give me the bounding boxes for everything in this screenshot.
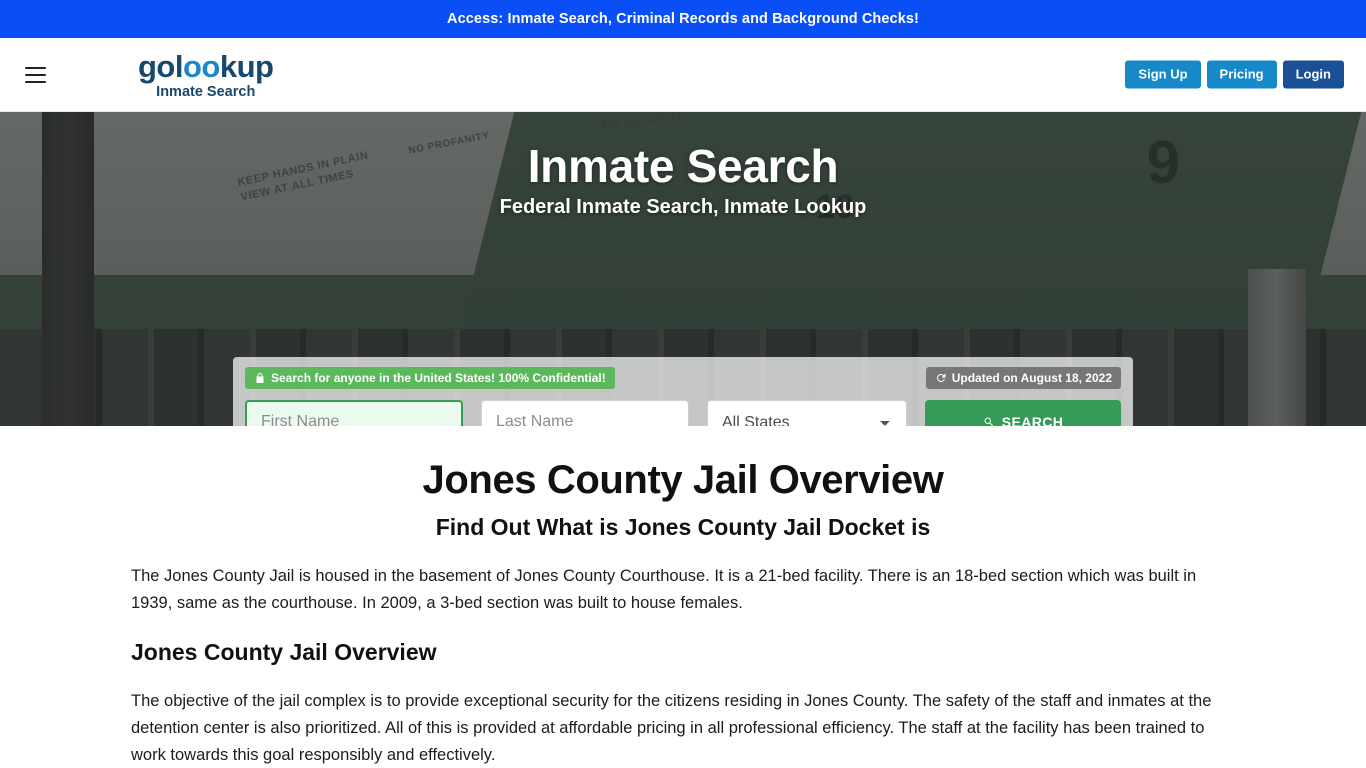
hero-title: Inmate Search xyxy=(527,140,839,192)
brand-tagline: Inmate Search xyxy=(156,83,256,100)
sign-up-button[interactable]: Sign Up xyxy=(1125,60,1201,89)
brand-part-oo: oo xyxy=(183,48,220,84)
state-select[interactable]: All States xyxy=(707,400,908,426)
hamburger-bar xyxy=(25,73,46,76)
search-button[interactable]: SEARCH xyxy=(925,400,1121,426)
hero-subtitle: Federal Inmate Search, Inmate Lookup xyxy=(499,196,867,218)
site-header: golookup Inmate Search Sign Up Pricing L… xyxy=(0,38,1366,112)
confidential-badge: Search for anyone in the United States! … xyxy=(245,367,615,389)
hero-heading-block: Inmate Search Federal Inmate Search, Inm… xyxy=(0,112,1366,219)
first-name-input[interactable] xyxy=(245,400,463,426)
hamburger-icon[interactable] xyxy=(25,66,46,83)
search-panel-badges: Search for anyone in the United States! … xyxy=(245,367,1121,389)
announcement-text: Access: Inmate Search, Criminal Records … xyxy=(447,11,919,27)
search-panel: Search for anyone in the United States! … xyxy=(233,357,1133,426)
hero-section: KEEP HANDS IN PLAIN VIEW AT ALL TIMES NO … xyxy=(0,112,1366,426)
section-paragraph: The objective of the jail complex is to … xyxy=(131,692,1212,764)
brand-logo[interactable]: golookup Inmate Search xyxy=(138,50,274,99)
search-button-label: SEARCH xyxy=(1001,414,1064,426)
section-heading-overview: Jones County Jail Overview xyxy=(131,639,437,666)
search-fields-row: All States SEARCH xyxy=(245,400,1121,426)
last-name-input[interactable] xyxy=(481,400,689,426)
page-title: Jones County Jail Overview xyxy=(422,458,944,502)
login-button[interactable]: Login xyxy=(1282,60,1344,89)
brand-part-2: kup xyxy=(219,48,274,84)
intro-paragraph: The Jones County Jail is housed in the b… xyxy=(131,567,1197,612)
brand-wordmark: golookup xyxy=(138,50,274,81)
announcement-bar: Access: Inmate Search, Criminal Records … xyxy=(0,0,1366,38)
updated-badge: Updated on August 18, 2022 xyxy=(925,367,1121,389)
search-icon xyxy=(983,416,995,426)
page-subtitle: Find Out What is Jones County Jail Docke… xyxy=(435,514,931,540)
pricing-button[interactable]: Pricing xyxy=(1206,60,1277,89)
confidential-badge-text: Search for anyone in the United States! … xyxy=(271,371,606,385)
hamburger-bar xyxy=(25,66,46,69)
hamburger-bar xyxy=(25,80,46,83)
updated-badge-text: Updated on August 18, 2022 xyxy=(951,371,1112,385)
brand-part-1: gol xyxy=(138,48,184,84)
article-content: Jones County Jail Overview Find Out What… xyxy=(131,426,1235,768)
header-actions: Sign Up Pricing Login xyxy=(1125,60,1344,89)
refresh-icon xyxy=(935,372,947,384)
lock-icon xyxy=(254,372,266,384)
